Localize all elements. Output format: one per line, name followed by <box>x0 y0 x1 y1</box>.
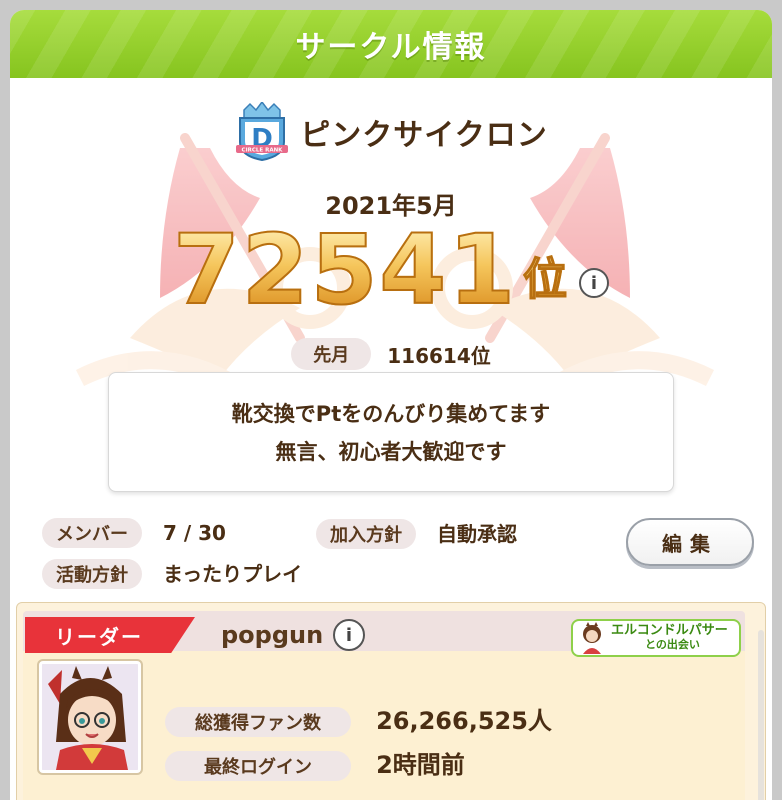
character-mini-icon <box>583 622 601 654</box>
activity-policy-value: まったりプレイ <box>162 562 303 586</box>
last-month-label: 先月 <box>291 338 372 370</box>
fans-value: 26,266,525人 <box>376 707 552 735</box>
scrollbar[interactable] <box>758 630 764 800</box>
activity-policy-label: 活動方針 <box>42 559 142 589</box>
circle-description: 靴交換でPtをのんびり集めてます 無言、初心者大歓迎です <box>108 372 674 492</box>
page-title: サークル情報 <box>295 30 487 65</box>
encounter-caption: との出会い <box>645 638 700 651</box>
join-policy-row: 加入方針 自動承認 <box>316 518 517 549</box>
leader-name: popgun <box>221 621 324 649</box>
rank-row: 72541 位 i <box>10 214 772 326</box>
fans-row: 総獲得ファン数 26,266,525人 <box>165 701 552 737</box>
description-line-2: 無言、初心者大歓迎です <box>275 440 507 464</box>
members-row: メンバー 7 / 30 <box>42 518 226 548</box>
current-rank: 72541 <box>172 214 517 326</box>
encounter-character: エルコンドルパサー <box>611 623 728 638</box>
circle-info-panel: サークル情報 D CIRCLE RANK ピンクサイクロン 2021年5月 72… <box>10 10 772 800</box>
leader-info-icon[interactable]: i <box>333 619 365 651</box>
encounter-badge[interactable]: エルコンドルパサー との出会い <box>571 619 741 657</box>
last-login-label: 最終ログイン <box>165 751 351 781</box>
leader-card: リーダー popgun i エルコンドルパサー との出会い 総獲得ファン数 26… <box>16 602 766 800</box>
join-policy-value: 自動承認 <box>436 522 517 546</box>
description-line-1: 靴交換でPtをのんびり集めてます <box>231 402 551 426</box>
rank-unit: 位 <box>522 250 568 310</box>
circle-name: ピンクサイクロン <box>300 118 548 153</box>
leader-tag: リーダー <box>25 617 195 653</box>
last-login-row: 最終ログイン 2時間前 <box>165 745 465 781</box>
circle-name-row: D CIRCLE RANK ピンクサイクロン <box>10 102 772 162</box>
last-month-row: 先月 116614位 <box>10 338 772 370</box>
circle-rank-badge-icon: D CIRCLE RANK <box>236 102 289 162</box>
activity-policy-row: 活動方針 まったりプレイ <box>42 558 302 589</box>
last-login-value: 2時間前 <box>376 751 465 779</box>
members-value: 7 / 30 <box>162 521 226 545</box>
info-icon: i <box>333 619 365 651</box>
join-policy-label: 加入方針 <box>316 519 416 549</box>
edit-button[interactable]: 編集 <box>626 518 754 566</box>
last-month-rank: 116614位 <box>387 343 491 368</box>
leader-avatar[interactable] <box>39 661 141 773</box>
members-label: メンバー <box>42 518 142 548</box>
leader-character-portrait <box>42 664 138 770</box>
panel-header: サークル情報 <box>10 10 772 78</box>
rank-info-icon[interactable]: i <box>578 268 609 298</box>
fans-label: 総獲得ファン数 <box>165 707 351 737</box>
svg-text:CIRCLE RANK: CIRCLE RANK <box>242 148 284 154</box>
